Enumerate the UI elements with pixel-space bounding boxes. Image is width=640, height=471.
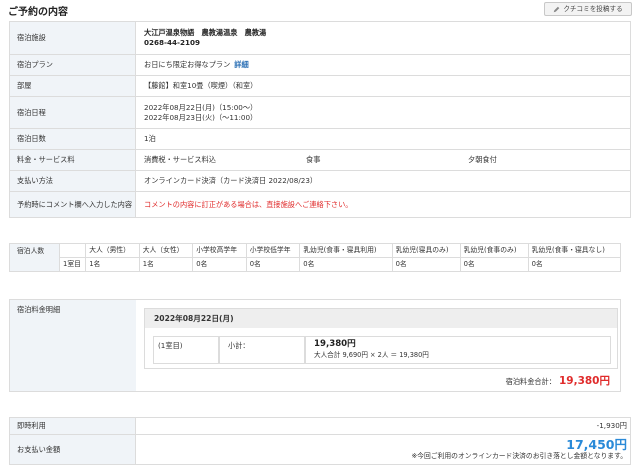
payment-method-label: 支払い方法 <box>9 170 136 192</box>
pencil-icon <box>554 6 560 12</box>
nights-value: 1泊 <box>135 128 631 150</box>
meal-label: 食事 <box>306 155 321 165</box>
guest-count: 1名 <box>138 257 194 272</box>
fee-day-date: 2022年08月22日(月) <box>145 309 617 328</box>
facility-phone: 0268-44-2109 <box>144 38 200 47</box>
fee-tax-note: 消費税・サービス料込 <box>144 155 216 165</box>
guest-header: 大人（女性） <box>138 243 194 258</box>
amount-value: 17,450円 <box>566 436 627 452</box>
room-label: 部屋 <box>9 75 136 97</box>
checkin-date: 2022年08月22日(月)（15:00〜） <box>144 102 258 112</box>
post-review-label: クチコミを投稿する <box>563 4 623 13</box>
guest-count: 1名 <box>85 257 140 272</box>
fee-day-box: 2022年08月22日(月) (1室目) 小計： 19,380円 大人合計 9,… <box>144 308 618 369</box>
plan-text: お日にち限定お得なプラン <box>144 60 231 70</box>
guest-header: 乳幼児(食事・寝具なし) <box>527 243 622 258</box>
guests-header-spacer <box>58 243 87 258</box>
dates-label: 宿泊日程 <box>9 96 136 129</box>
guest-count-table: 宿泊人数 大人（男性） 大人（女性） 小学校高学年 小学校低学年 乳幼児(食事・… <box>9 243 622 272</box>
subtotal-cell: 19,380円 大人合計 9,690円 × 2人 ＝ 19,380円 <box>305 336 611 364</box>
dates-cell: 2022年08月22日(月)（15:00〜） 2022年08月23日(火)（〜1… <box>135 96 631 129</box>
page-title: ご予約の内容 <box>8 7 68 18</box>
nights-label: 宿泊日数 <box>9 128 136 150</box>
facility-name: 大江戸温泉物語 農教湯温泉 農教湯 <box>144 28 267 38</box>
payment-table: 即時利用 -1,930円 お支払い金額 17,450円 ※今回ご利用のオンライン… <box>9 417 631 465</box>
fee-cell: 消費税・サービス料込 食事 夕朝食付 <box>135 149 631 171</box>
discount-value: -1,930円 <box>135 417 631 435</box>
guest-header: 小学校低学年 <box>245 243 301 258</box>
guest-count: 0名 <box>245 257 301 272</box>
amount-note: ※今回ご利用のオンラインカード決済のお引き落とし金額となります。 <box>411 452 627 461</box>
fee-total: 宿泊料金合計： 19,380円 <box>506 374 610 388</box>
fee-total-value: 19,380円 <box>558 375 610 387</box>
fee-detail-section: 宿泊料金明細 2022年08月22日(月) (1室目) 小計： 19,380円 … <box>9 299 621 392</box>
amount-cell: 17,450円 ※今回ご利用のオンラインカード決済のお引き落とし金額となります。 <box>135 434 631 465</box>
guest-count: 0名 <box>459 257 529 272</box>
subtotal-value: 19,380円 <box>314 339 356 349</box>
amount-label: お支払い金額 <box>9 434 136 465</box>
payment-method-value: オンラインカード決済（カード決済日 2022/08/23） <box>135 170 631 192</box>
comment-label: 予約時にコメント欄へ入力した内容 <box>9 191 136 218</box>
comment-notice: コメントの内容に訂正がある場合は、直接施設へご連絡下さい。 <box>135 191 631 218</box>
subtotal-label: 小計： <box>219 336 305 364</box>
post-review-button[interactable]: クチコミを投稿する <box>544 2 632 16</box>
discount-label: 即時利用 <box>9 417 136 435</box>
guest-count: 0名 <box>192 257 247 272</box>
guest-header: 乳幼児(寝具のみ) <box>391 243 461 258</box>
guests-label: 宿泊人数 <box>9 243 60 272</box>
fee-total-label: 宿泊料金合計： <box>505 377 556 386</box>
subtotal-calculation: 大人合計 9,690円 × 2人 ＝ 19,380円 <box>314 350 429 359</box>
meal-value: 夕朝食付 <box>468 155 497 165</box>
fee-detail-label: 宿泊料金明細 <box>10 300 136 391</box>
guest-room-label: 1室目 <box>58 257 87 272</box>
facility-label: 宿泊施設 <box>9 21 136 55</box>
plan-cell: お日にち限定お得なプラン 詳細 <box>135 54 631 76</box>
plan-label: 宿泊プラン <box>9 54 136 76</box>
guest-header: 大人（男性） <box>85 243 140 258</box>
room-text: 【藤館】和室10畳（喫煙）（和室） <box>135 75 631 97</box>
guest-count: 0名 <box>299 257 393 272</box>
guest-count: 0名 <box>527 257 622 272</box>
checkout-date: 2022年08月23日(火)（〜11:00） <box>144 112 258 122</box>
reservation-info-table: 宿泊施設 大江戸温泉物語 農教湯温泉 農教湯 0268-44-2109 宿泊プラ… <box>9 21 631 218</box>
guest-count: 0名 <box>391 257 461 272</box>
fee-label: 料金・サービス料 <box>9 149 136 171</box>
fee-room: (1室目) <box>153 336 219 364</box>
guest-header: 乳幼児(食事のみ) <box>459 243 529 258</box>
guest-header: 乳幼児(食事・寝具利用) <box>299 243 393 258</box>
plan-detail-link[interactable]: 詳細 <box>234 60 248 69</box>
facility-cell: 大江戸温泉物語 農教湯温泉 農教湯 0268-44-2109 <box>135 21 631 55</box>
guest-header: 小学校高学年 <box>192 243 247 258</box>
